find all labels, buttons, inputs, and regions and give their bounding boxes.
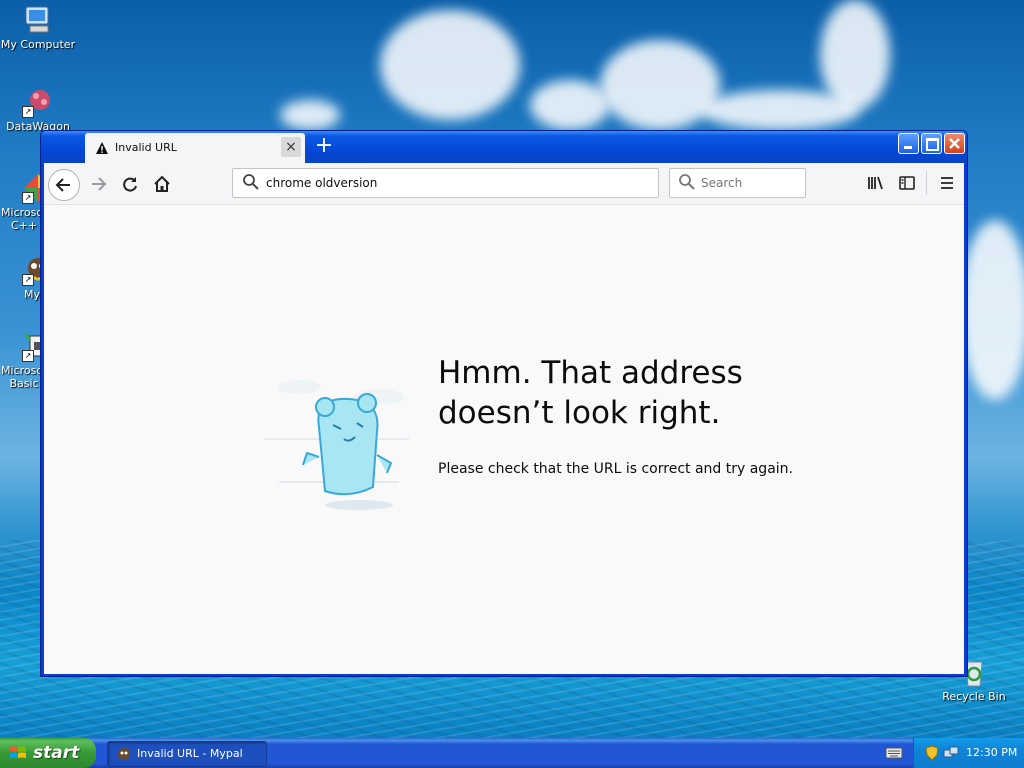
start-label: start bbox=[33, 743, 80, 763]
shortcut-arrow-icon: ↗ bbox=[22, 350, 34, 362]
error-message: Please check that the URL is correct and… bbox=[438, 461, 793, 477]
sidebar-icon bbox=[899, 176, 915, 190]
library-icon bbox=[868, 176, 883, 190]
search-icon bbox=[243, 174, 259, 190]
datawagon-icon: ↗ bbox=[22, 86, 54, 118]
hamburger-menu-icon bbox=[941, 177, 953, 189]
start-button[interactable]: start bbox=[0, 738, 96, 768]
navigation-toolbar: chrome oldversion Search bbox=[44, 163, 964, 205]
reload-icon bbox=[123, 177, 137, 192]
sidebar-button[interactable] bbox=[893, 169, 921, 197]
search-icon bbox=[679, 174, 695, 190]
warning-icon bbox=[96, 142, 108, 154]
minimize-button[interactable] bbox=[898, 133, 919, 154]
mypal-icon bbox=[118, 748, 130, 760]
tab-close-button[interactable]: × bbox=[281, 137, 301, 157]
close-window-button[interactable] bbox=[944, 133, 965, 154]
shortcut-arrow-icon: ↗ bbox=[22, 274, 34, 286]
new-tab-button[interactable]: + bbox=[311, 134, 337, 160]
desktop-icon-my-computer[interactable]: My Computer bbox=[0, 4, 76, 51]
reload-button[interactable] bbox=[115, 169, 145, 199]
windows-flag-icon bbox=[10, 746, 26, 758]
system-tray: 12:30 PM bbox=[913, 738, 1024, 768]
taskbar-window-label: Invalid URL - Mypal bbox=[137, 747, 243, 760]
network-icon[interactable] bbox=[943, 745, 959, 761]
forward-arrow-icon bbox=[92, 177, 107, 191]
tab-title: Invalid URL bbox=[115, 141, 177, 154]
toolbar-separator bbox=[926, 171, 927, 195]
keyboard-icon[interactable] bbox=[885, 746, 903, 760]
close-icon bbox=[949, 138, 960, 149]
confused-bear-illustration bbox=[264, 380, 409, 510]
search-placeholder: Search bbox=[701, 176, 743, 190]
error-title: Hmm. That address doesn’t look right. bbox=[438, 355, 743, 431]
shortcut-arrow-icon: ↗ bbox=[22, 192, 34, 204]
browser-window: Invalid URL × + chrome oldversion Search bbox=[40, 130, 968, 677]
search-box[interactable]: Search bbox=[669, 168, 806, 198]
error-page: Hmm. That address doesn’t look right. Pl… bbox=[44, 205, 964, 674]
back-button[interactable] bbox=[48, 169, 80, 201]
desktop-icon-datawagon[interactable]: ↗ DataWagon bbox=[0, 86, 76, 133]
menu-button[interactable] bbox=[933, 169, 961, 197]
back-arrow-icon bbox=[55, 178, 70, 192]
title-bar[interactable]: Invalid URL × + bbox=[41, 131, 967, 163]
clock[interactable]: 12:30 PM bbox=[966, 746, 1017, 759]
address-text: chrome oldversion bbox=[266, 176, 378, 190]
home-button[interactable] bbox=[147, 169, 177, 199]
home-icon bbox=[154, 175, 170, 192]
taskbar-window-mypal[interactable]: Invalid URL - Mypal bbox=[107, 741, 267, 767]
library-button[interactable] bbox=[862, 169, 890, 197]
tab-invalid-url[interactable]: Invalid URL × bbox=[85, 133, 305, 163]
computer-icon bbox=[22, 4, 54, 36]
address-bar[interactable]: chrome oldversion bbox=[232, 168, 659, 198]
maximize-button[interactable] bbox=[921, 133, 942, 154]
taskbar: start Invalid URL - Mypal 12:30 PM bbox=[0, 738, 1024, 768]
forward-button[interactable] bbox=[84, 169, 114, 199]
shortcut-arrow-icon: ↗ bbox=[22, 106, 34, 118]
security-shield-icon[interactable] bbox=[924, 745, 940, 761]
